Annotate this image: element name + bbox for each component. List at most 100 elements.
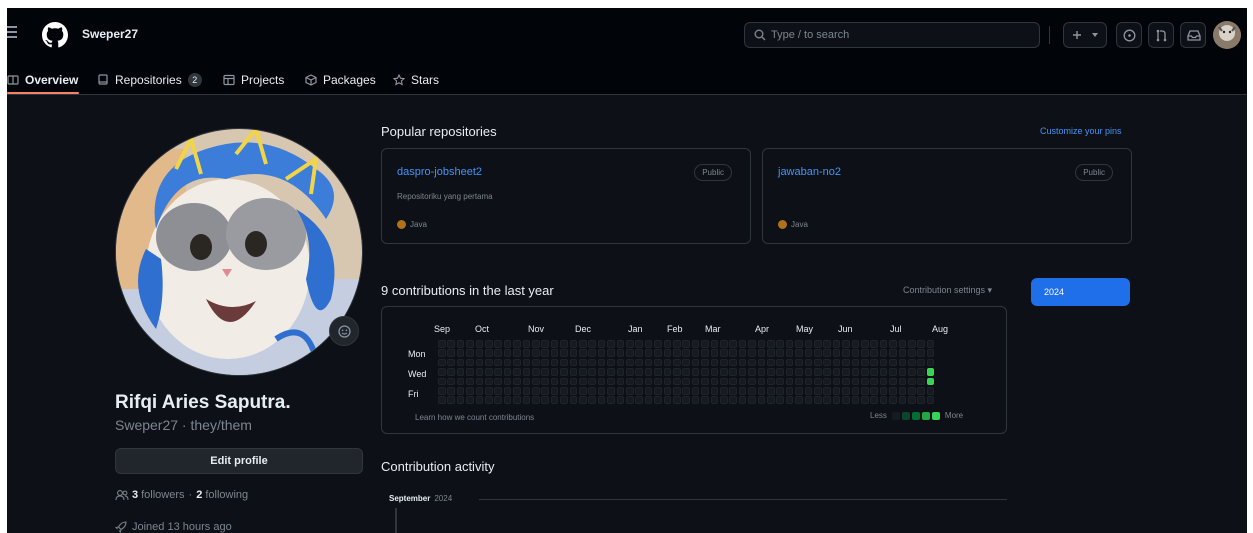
contribution-day-cell[interactable]: [804, 396, 813, 404]
contribution-day-cell[interactable]: [475, 387, 484, 395]
contribution-day-cell[interactable]: [889, 358, 897, 367]
contribution-day-cell[interactable]: [644, 387, 653, 395]
contribution-day-cell[interactable]: [748, 340, 756, 348]
edit-profile-button[interactable]: Edit profile: [115, 448, 363, 474]
contribution-day-cell[interactable]: [560, 340, 568, 348]
contribution-day-cell[interactable]: [748, 377, 756, 386]
contribution-day-cell[interactable]: [550, 349, 559, 357]
contribution-day-cell[interactable]: [757, 340, 766, 348]
contribution-day-cell[interactable]: [475, 368, 484, 376]
contribution-day-cell[interactable]: [560, 396, 568, 404]
contribution-day-cell[interactable]: [748, 358, 756, 367]
contribution-day-cell[interactable]: [541, 358, 549, 367]
contribution-day-cell[interactable]: [569, 358, 578, 367]
contribution-day-cell[interactable]: [532, 340, 540, 348]
contribution-day-cell[interactable]: [720, 396, 728, 404]
contribution-day-cell[interactable]: [851, 340, 860, 348]
contribution-day-cell[interactable]: [447, 396, 455, 404]
contribution-day-cell[interactable]: [926, 377, 935, 386]
github-logo-icon[interactable]: [42, 22, 68, 48]
contribution-day-cell[interactable]: [832, 387, 841, 395]
contribution-day-cell[interactable]: [513, 368, 521, 376]
contribution-day-cell[interactable]: [513, 387, 521, 395]
contribution-day-cell[interactable]: [503, 368, 512, 376]
contribution-day-cell[interactable]: [691, 340, 700, 348]
contribution-day-cell[interactable]: [757, 396, 766, 404]
contribution-day-cell[interactable]: [588, 349, 596, 357]
contribution-day-cell[interactable]: [729, 377, 737, 386]
contribution-day-cell[interactable]: [673, 368, 681, 376]
contribution-day-cell[interactable]: [588, 396, 596, 404]
contribution-day-cell[interactable]: [720, 377, 728, 386]
contribution-day-cell[interactable]: [804, 358, 813, 367]
contribution-day-cell[interactable]: [823, 358, 831, 367]
contribution-day-cell[interactable]: [917, 377, 925, 386]
contribution-day-cell[interactable]: [494, 358, 502, 367]
contribution-day-cell[interactable]: [654, 387, 662, 395]
contribution-day-cell[interactable]: [673, 340, 681, 348]
contribution-day-cell[interactable]: [541, 396, 549, 404]
contribution-day-cell[interactable]: [579, 377, 587, 386]
tab-stars[interactable]: Stars: [393, 66, 439, 94]
contribution-day-cell[interactable]: [569, 377, 578, 386]
contribution-day-cell[interactable]: [447, 340, 455, 348]
contribution-day-cell[interactable]: [823, 349, 831, 357]
contribution-day-cell[interactable]: [720, 349, 728, 357]
contribution-day-cell[interactable]: [814, 349, 822, 357]
contribution-day-cell[interactable]: [532, 396, 540, 404]
contribution-day-cell[interactable]: [503, 349, 512, 357]
contribution-day-cell[interactable]: [720, 368, 728, 376]
contribution-day-cell[interactable]: [456, 377, 465, 386]
contribution-day-cell[interactable]: [513, 377, 521, 386]
contribution-day-cell[interactable]: [917, 368, 925, 376]
contribution-day-cell[interactable]: [851, 387, 860, 395]
contribution-day-cell[interactable]: [870, 377, 878, 386]
contribution-day-cell[interactable]: [710, 349, 719, 357]
contribution-day-cell[interactable]: [851, 377, 860, 386]
contribution-day-cell[interactable]: [579, 368, 587, 376]
contribution-day-cell[interactable]: [541, 387, 549, 395]
contribution-day-cell[interactable]: [456, 358, 465, 367]
contribution-day-cell[interactable]: [879, 368, 888, 376]
contribution-day-cell[interactable]: [532, 387, 540, 395]
contribution-day-cell[interactable]: [785, 396, 794, 404]
contribution-day-cell[interactable]: [607, 387, 615, 395]
contribution-day-cell[interactable]: [926, 358, 935, 367]
contribution-day-cell[interactable]: [908, 340, 916, 348]
contribution-day-cell[interactable]: [438, 340, 446, 348]
contribution-day-cell[interactable]: [889, 387, 897, 395]
contribution-day-cell[interactable]: [823, 340, 831, 348]
contribution-day-cell[interactable]: [767, 396, 775, 404]
contribution-day-cell[interactable]: [898, 358, 907, 367]
contribution-day-cell[interactable]: [456, 349, 465, 357]
contribution-day-cell[interactable]: [832, 377, 841, 386]
contribution-day-cell[interactable]: [513, 396, 521, 404]
contribution-day-cell[interactable]: [823, 396, 831, 404]
contribution-day-cell[interactable]: [795, 387, 803, 395]
contribution-day-cell[interactable]: [748, 396, 756, 404]
contribution-day-cell[interactable]: [654, 396, 662, 404]
contribution-day-cell[interactable]: [898, 368, 907, 376]
contribution-day-cell[interactable]: [485, 396, 493, 404]
contribution-day-cell[interactable]: [597, 377, 606, 386]
repo-name-link[interactable]: daspro-jobsheet2: [397, 166, 482, 178]
contribution-day-cell[interactable]: [532, 368, 540, 376]
contribution-day-cell[interactable]: [560, 349, 568, 357]
contribution-day-cell[interactable]: [785, 377, 794, 386]
contribution-day-cell[interactable]: [767, 349, 775, 357]
contribution-day-cell[interactable]: [626, 349, 634, 357]
contribution-day-cell[interactable]: [804, 377, 813, 386]
contribution-day-cell[interactable]: [673, 396, 681, 404]
contribution-day-cell[interactable]: [673, 358, 681, 367]
contribution-day-cell[interactable]: [795, 368, 803, 376]
contribution-day-cell[interactable]: [597, 387, 606, 395]
contribution-day-cell[interactable]: [494, 377, 502, 386]
contribution-day-cell[interactable]: [767, 387, 775, 395]
contribution-day-cell[interactable]: [842, 396, 850, 404]
contribution-day-cell[interactable]: [870, 368, 878, 376]
contribution-day-cell[interactable]: [908, 358, 916, 367]
contribution-day-cell[interactable]: [663, 358, 672, 367]
contribution-day-cell[interactable]: [682, 368, 690, 376]
contribution-day-cell[interactable]: [663, 349, 672, 357]
contribution-day-cell[interactable]: [616, 349, 625, 357]
